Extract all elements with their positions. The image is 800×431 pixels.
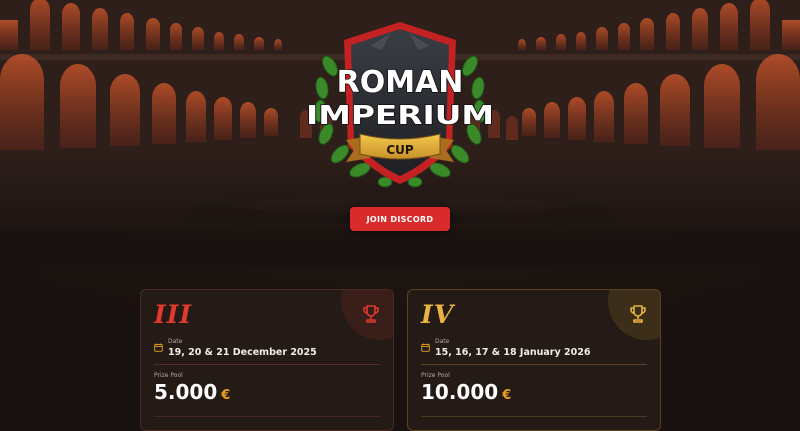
tournament-card-iv[interactable]: IV Date 15, 16, 17 & 18 January 2026 Pri… <box>407 289 661 431</box>
join-discord-button[interactable]: JOIN DISCORD <box>350 207 450 231</box>
currency-symbol: € <box>221 388 231 403</box>
logo-title-line2: IMPERIUM <box>306 101 494 131</box>
date-label: Date <box>435 338 450 345</box>
prize-amount: 10.000 <box>421 380 499 404</box>
prize-pool-value: 5.000 € <box>154 380 230 404</box>
prize-pool-label: Prize Pool <box>421 372 450 379</box>
currency-symbol: € <box>502 388 512 403</box>
divider <box>154 416 380 417</box>
divider <box>154 364 380 365</box>
roman-imperium-cup-logo: ROMAN IMPERIUM CUP <box>305 22 495 188</box>
prize-amount: 5.000 <box>154 380 218 404</box>
divider <box>421 364 647 365</box>
calendar-icon <box>421 343 430 352</box>
date-label: Date <box>168 338 183 345</box>
date-value: 15, 16, 17 & 18 January 2026 <box>435 347 591 358</box>
trophy-icon <box>630 305 646 323</box>
logo-title-line1: ROMAN <box>337 65 464 100</box>
date-value: 19, 20 & 21 December 2025 <box>168 347 317 358</box>
prize-pool-value: 10.000 € <box>421 380 511 404</box>
tournament-card-iii[interactable]: III Date 19, 20 & 21 December 2025 Prize… <box>140 289 394 431</box>
calendar-icon <box>154 343 163 352</box>
divider <box>421 416 647 417</box>
edition-numeral: IV <box>421 300 455 329</box>
trophy-icon <box>363 305 379 323</box>
prize-pool-label: Prize Pool <box>154 372 183 379</box>
logo-ribbon-text: CUP <box>386 143 414 157</box>
edition-numeral: III <box>154 300 193 329</box>
